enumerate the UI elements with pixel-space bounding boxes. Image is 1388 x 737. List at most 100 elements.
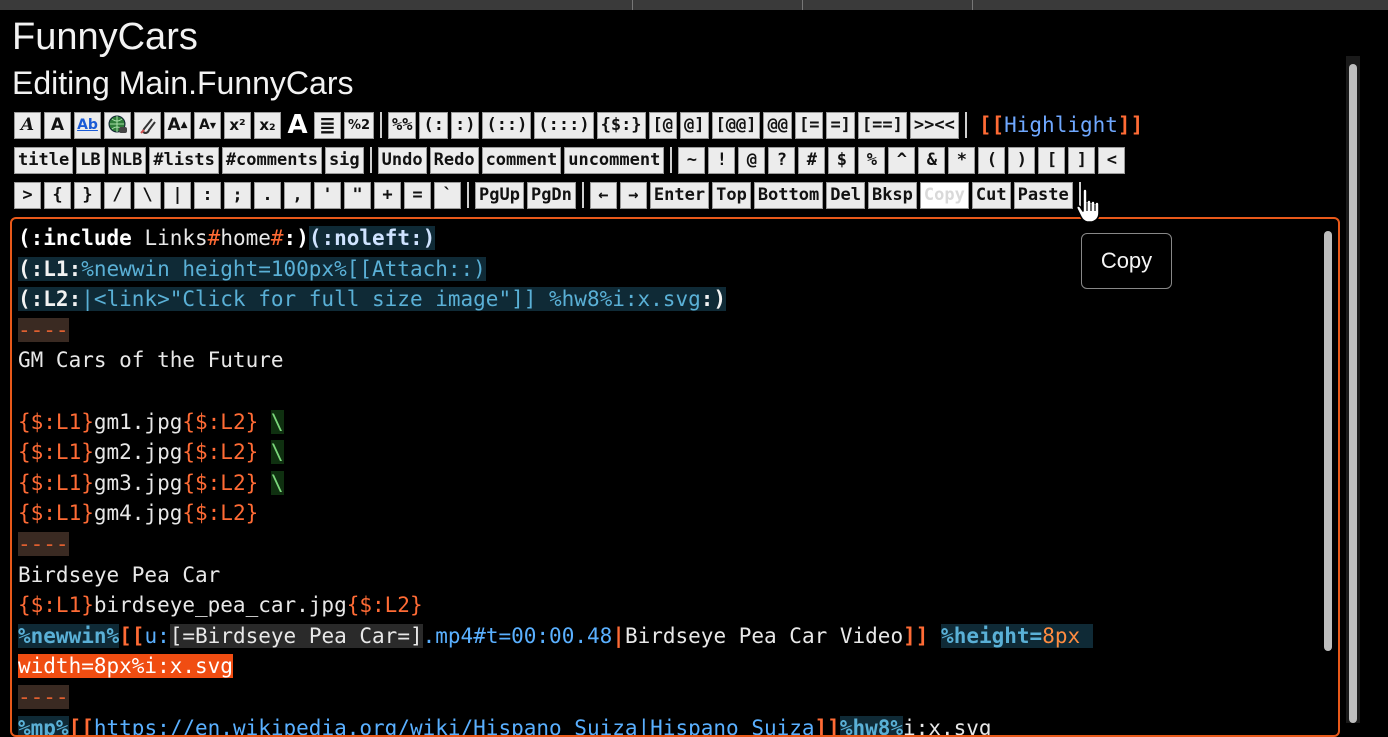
lb-button[interactable]: LB	[76, 147, 104, 174]
pair-button[interactable]: (:::)	[534, 112, 593, 139]
pgup-button[interactable]: PgUp	[475, 182, 524, 209]
cut-button[interactable]: Cut	[972, 182, 1011, 209]
hand-cursor-icon	[1074, 188, 1104, 229]
char-button[interactable]: |	[164, 182, 191, 209]
comments-button[interactable]: #comments	[222, 147, 322, 174]
char-button[interactable]: $	[828, 147, 855, 174]
char-button[interactable]: ,	[284, 182, 311, 209]
char-button[interactable]: =	[404, 182, 431, 209]
uncomment-button[interactable]: uncomment	[564, 147, 664, 174]
source-text[interactable]: (:include Links#home#:)(:noleft:)(:L1:%n…	[18, 223, 1318, 737]
source-line: width=8px%i:x.svg	[18, 651, 1318, 682]
source-token: {$:L1}	[18, 593, 94, 617]
source-token: |	[612, 624, 625, 648]
bold-icon[interactable]: A	[44, 112, 71, 139]
char-button[interactable]: *	[948, 147, 975, 174]
char-button[interactable]: &	[918, 147, 945, 174]
source-token: %mp%	[18, 716, 69, 737]
char-button[interactable]: @	[738, 147, 765, 174]
bottom-button[interactable]: Bottom	[754, 182, 823, 209]
pair-button[interactable]: {$:}	[597, 112, 646, 139]
link-globe-icon[interactable]	[104, 112, 131, 139]
subscript-icon[interactable]: x₂	[254, 112, 281, 139]
comment-button[interactable]: comment	[482, 147, 562, 174]
pgdn-button[interactable]: PgDn	[527, 182, 576, 209]
char-button[interactable]: ;	[224, 182, 251, 209]
char-button[interactable]: [	[1038, 147, 1065, 174]
char-button[interactable]: %	[858, 147, 885, 174]
char-button[interactable]: /	[104, 182, 131, 209]
page-scrollbar-thumb[interactable]	[1349, 64, 1357, 723]
top-button[interactable]: Top	[712, 182, 751, 209]
pair-button[interactable]: %%	[388, 112, 416, 139]
page-scrollbar[interactable]	[1346, 56, 1360, 723]
char-button[interactable]: }	[74, 182, 101, 209]
char-button[interactable]: \	[134, 182, 161, 209]
highlight-toggle[interactable]: [[Highlight]]	[979, 113, 1143, 137]
paste-button[interactable]: Paste	[1014, 182, 1073, 209]
large-text-icon[interactable]: A	[284, 112, 311, 139]
char-button[interactable]: >	[14, 182, 41, 209]
source-token: {$:L2}	[182, 410, 258, 434]
del-button[interactable]: Del	[826, 182, 865, 209]
pair-button[interactable]: =]	[826, 112, 854, 139]
pair-button[interactable]: >><<	[910, 112, 959, 139]
source-line: ----	[18, 315, 1318, 346]
nlb-button[interactable]: NLB	[108, 147, 147, 174]
source-token: birdseye_pea_car.jpg	[94, 593, 347, 617]
underline-icon[interactable]: Ab	[74, 112, 101, 139]
textarea-scrollbar-thumb[interactable]	[1324, 231, 1332, 651]
bksp-button[interactable]: Bksp	[868, 182, 917, 209]
copy-tooltip: Copy	[1081, 233, 1172, 289]
char-button[interactable]: :	[194, 182, 221, 209]
enter-button[interactable]: Enter	[650, 182, 709, 209]
percent-style-icon[interactable]: %2	[344, 112, 374, 139]
pair-button[interactable]: @]	[680, 112, 708, 139]
copy-button[interactable]: Copy	[920, 182, 969, 209]
char-button[interactable]: ^	[888, 147, 915, 174]
redo-button[interactable]: Redo	[430, 147, 479, 174]
superscript-icon[interactable]: x²	[224, 112, 251, 139]
strip-divider	[632, 0, 633, 10]
center-align-icon[interactable]: ≣	[314, 112, 341, 139]
char-button[interactable]: ~	[678, 147, 705, 174]
source-token: %hw8%	[840, 716, 903, 737]
italic-icon[interactable]: A	[14, 112, 41, 139]
pair-button[interactable]: [=	[795, 112, 823, 139]
lists-button[interactable]: #lists	[149, 147, 218, 174]
pair-button[interactable]: [@	[649, 112, 677, 139]
char-button[interactable]: ]	[1068, 147, 1095, 174]
char-button[interactable]: '	[314, 182, 341, 209]
source-token: #	[208, 226, 221, 250]
char-button[interactable]: ?	[768, 147, 795, 174]
char-button[interactable]: .	[254, 182, 281, 209]
char-button[interactable]: #	[798, 147, 825, 174]
undo-button[interactable]: Undo	[378, 147, 427, 174]
pair-button[interactable]: (::)	[482, 112, 531, 139]
char-button[interactable]: "	[344, 182, 371, 209]
pair-button[interactable]: :)	[451, 112, 479, 139]
sig-button[interactable]: sig	[325, 147, 364, 174]
smaller-text-icon[interactable]: A▼	[194, 112, 221, 139]
char-button[interactable]: {	[44, 182, 71, 209]
pair-button[interactable]: @@	[763, 112, 791, 139]
source-token: [=Birdseye Pea Car=]	[170, 624, 423, 648]
source-token: 8px	[1042, 624, 1093, 648]
arrow-left-button[interactable]: ←	[590, 182, 617, 209]
arrow-right-button[interactable]: →	[620, 182, 647, 209]
pair-button[interactable]: (:	[419, 112, 447, 139]
bigger-text-icon[interactable]: A▲	[164, 112, 191, 139]
attach-paperclip-icon[interactable]	[134, 112, 161, 139]
source-token: :)	[701, 287, 726, 311]
pair-button[interactable]: [@@]	[712, 112, 761, 139]
char-button[interactable]: <	[1098, 147, 1125, 174]
source-textarea[interactable]: (:include Links#home#:)(:noleft:)(:L1:%n…	[10, 217, 1340, 737]
source-token: \	[271, 410, 284, 434]
char-button[interactable]: `	[434, 182, 461, 209]
char-button[interactable]: +	[374, 182, 401, 209]
char-button[interactable]: (	[978, 147, 1005, 174]
title-button[interactable]: title	[14, 147, 73, 174]
char-button[interactable]: !	[708, 147, 735, 174]
pair-button[interactable]: [==]	[858, 112, 907, 139]
char-button[interactable]: )	[1008, 147, 1035, 174]
